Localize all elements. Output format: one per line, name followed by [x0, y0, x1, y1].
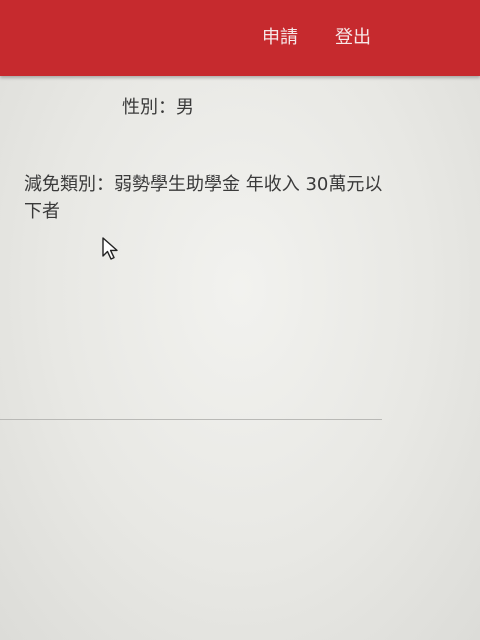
section-divider: [0, 419, 382, 420]
gender-field: 性別：男: [122, 96, 194, 120]
top-navbar: 申請 登出: [0, 0, 480, 76]
arrow-cursor-icon: [102, 237, 118, 260]
logout-link[interactable]: 登出: [335, 27, 371, 49]
reduction-category-field: 減免類別：弱勢學生助學金 年收入 30萬元以下者: [24, 171, 394, 225]
reduction-category-label: 減免類別：: [24, 174, 114, 195]
gender-label: 性別：: [122, 97, 176, 118]
app-screen: 申請 登出 性別：男 減免類別：弱勢學生助學金 年收入 30萬元以下者: [0, 0, 480, 640]
apply-link[interactable]: 申請: [262, 27, 298, 49]
gender-value: 男: [176, 97, 194, 118]
